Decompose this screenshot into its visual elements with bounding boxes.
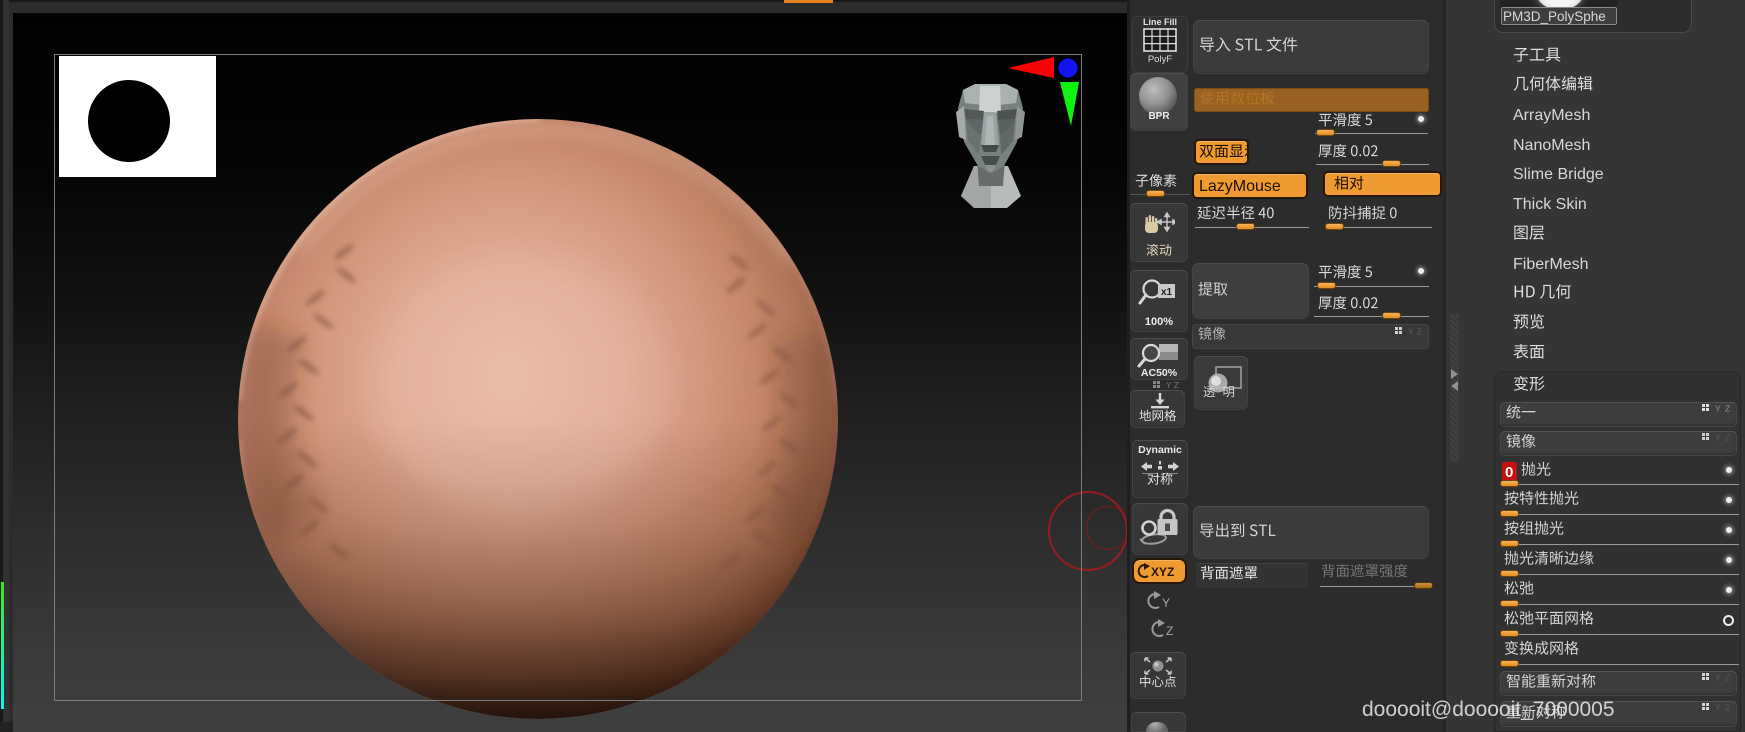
svg-text:Y: Y bbox=[1715, 433, 1721, 441]
svg-text:Y: Y bbox=[1162, 596, 1170, 610]
svg-text:XYZ: XYZ bbox=[1151, 565, 1174, 579]
svg-text:Y: Y bbox=[1715, 404, 1721, 412]
svg-text:x1: x1 bbox=[1161, 287, 1173, 298]
svg-text:Y: Y bbox=[1715, 703, 1721, 711]
svg-text:Y: Y bbox=[1166, 381, 1172, 389]
svg-text:Z: Z bbox=[1166, 624, 1173, 638]
svg-text:Z: Z bbox=[1725, 673, 1730, 681]
svg-text:Y: Y bbox=[1715, 673, 1721, 681]
svg-text:Z: Z bbox=[1725, 433, 1730, 441]
svg-text:Z: Z bbox=[1417, 328, 1422, 336]
svg-text:Z: Z bbox=[1725, 404, 1730, 412]
svg-text:Z: Z bbox=[1174, 381, 1179, 389]
svg-text:Z: Z bbox=[1725, 703, 1730, 711]
svg-text:Y: Y bbox=[1408, 328, 1414, 336]
